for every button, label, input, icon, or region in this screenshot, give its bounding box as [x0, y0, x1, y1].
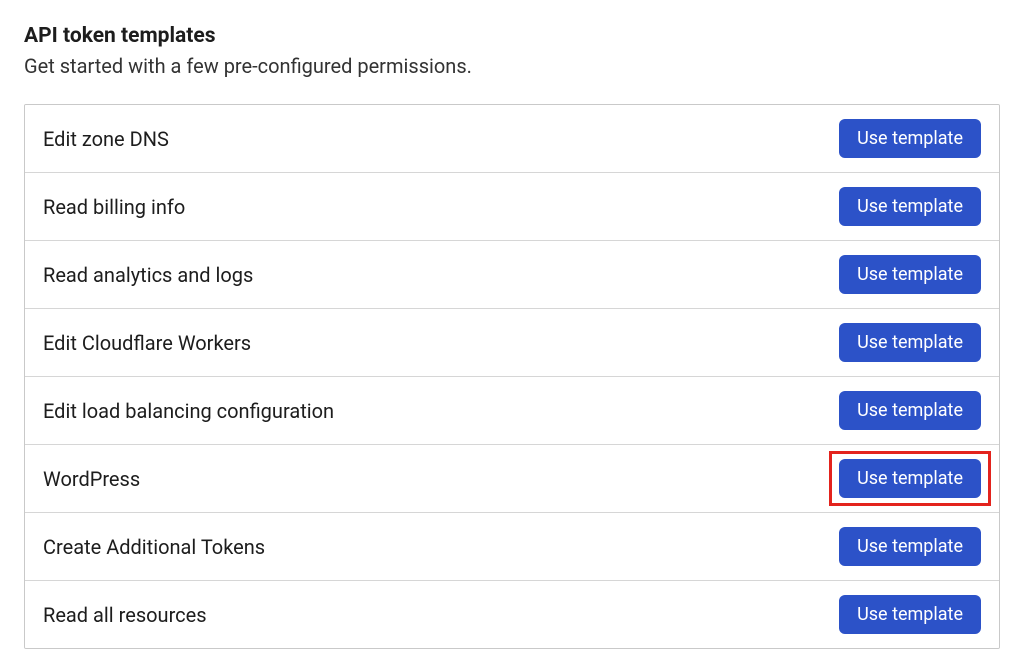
use-template-button-read-analytics-and-logs[interactable]: Use template: [839, 255, 981, 294]
template-name: Create Additional Tokens: [43, 535, 265, 559]
use-template-button-wordpress[interactable]: Use template: [839, 459, 981, 498]
template-list: Edit zone DNS Use template Read billing …: [24, 104, 1000, 649]
template-row-edit-zone-dns: Edit zone DNS Use template: [25, 105, 999, 173]
use-template-button-read-all-resources[interactable]: Use template: [839, 595, 981, 634]
section-title: API token templates: [24, 24, 1000, 48]
template-name: Read billing info: [43, 195, 185, 219]
use-template-button-edit-cloudflare-workers[interactable]: Use template: [839, 323, 981, 362]
highlight-annotation: Use template: [839, 459, 981, 498]
use-template-button-create-additional-tokens[interactable]: Use template: [839, 527, 981, 566]
template-name: WordPress: [43, 467, 140, 491]
section-subtitle: Get started with a few pre-configured pe…: [24, 54, 1000, 78]
template-name: Read analytics and logs: [43, 263, 253, 287]
use-template-button-edit-load-balancing-configuration[interactable]: Use template: [839, 391, 981, 430]
template-row-wordpress: WordPress Use template: [25, 445, 999, 513]
template-name: Edit Cloudflare Workers: [43, 331, 251, 355]
template-row-edit-load-balancing-configuration: Edit load balancing configuration Use te…: [25, 377, 999, 445]
template-row-create-additional-tokens: Create Additional Tokens Use template: [25, 513, 999, 581]
template-row-edit-cloudflare-workers: Edit Cloudflare Workers Use template: [25, 309, 999, 377]
template-row-read-all-resources: Read all resources Use template: [25, 581, 999, 648]
template-name: Read all resources: [43, 603, 207, 627]
template-row-read-billing-info: Read billing info Use template: [25, 173, 999, 241]
use-template-button-edit-zone-dns[interactable]: Use template: [839, 119, 981, 158]
use-template-button-read-billing-info[interactable]: Use template: [839, 187, 981, 226]
template-row-read-analytics-and-logs: Read analytics and logs Use template: [25, 241, 999, 309]
template-name: Edit zone DNS: [43, 127, 169, 151]
template-name: Edit load balancing configuration: [43, 399, 334, 423]
